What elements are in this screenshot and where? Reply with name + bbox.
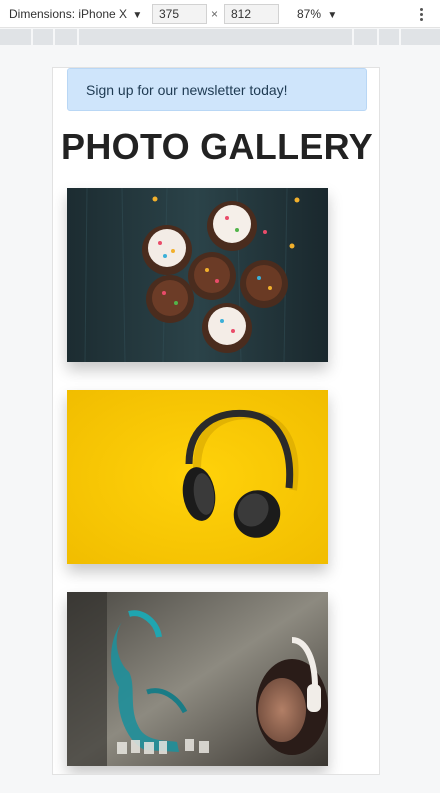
ruler-segment[interactable] — [77, 29, 79, 45]
ruler-segment[interactable] — [53, 29, 55, 45]
page-title: PHOTO GALLERY — [61, 126, 373, 167]
chevron-down-icon: ▼ — [327, 10, 338, 21]
gallery-image-graffiti[interactable] — [67, 592, 328, 766]
ruler-segment[interactable] — [31, 29, 33, 45]
more-options-icon[interactable] — [420, 8, 424, 22]
device-select[interactable]: Dimensions: iPhone X ▼ — [9, 0, 142, 28]
ruler-segment[interactable] — [352, 29, 354, 45]
gallery-image-cupcakes[interactable] — [67, 188, 328, 362]
width-input[interactable]: 375 — [152, 4, 207, 24]
gallery-image-headphones[interactable] — [67, 390, 328, 564]
chevron-down-icon: ▼ — [132, 10, 143, 21]
zoom-label: 87% — [297, 7, 322, 21]
device-label: Dimensions: iPhone X — [9, 7, 128, 21]
media-query-ruler[interactable] — [0, 29, 440, 45]
times-symbol: × — [211, 7, 219, 21]
headphones-photo — [67, 390, 328, 564]
device-viewport: Sign up for our newsletter today! PHOTO … — [52, 67, 380, 775]
newsletter-banner[interactable]: Sign up for our newsletter today! — [67, 68, 367, 111]
zoom-select[interactable]: 87% ▼ — [297, 0, 337, 28]
cupcakes-photo — [67, 188, 328, 362]
height-input[interactable]: 812 — [224, 4, 279, 24]
graffiti-photo — [67, 592, 328, 766]
ruler-segment[interactable] — [399, 29, 401, 45]
devtools-device-toolbar: Dimensions: iPhone X ▼ 375 × 812 87% ▼ — [0, 0, 440, 28]
ruler-segment[interactable] — [377, 29, 379, 45]
